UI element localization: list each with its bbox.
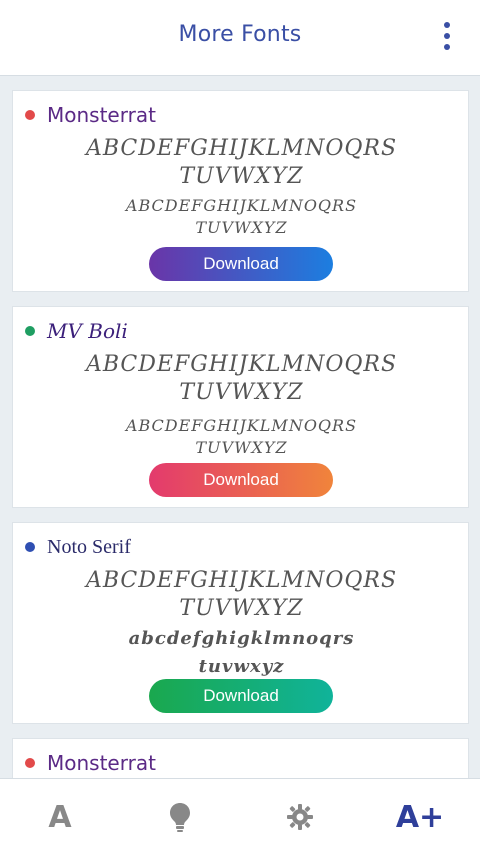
font-a-icon[interactable]: A bbox=[40, 797, 80, 837]
kebab-dot bbox=[444, 22, 450, 28]
font-name: MV Boli bbox=[47, 319, 128, 343]
sample-line: ABCDEFGHIJKLMNOQRS bbox=[125, 196, 358, 215]
font-sample-small: ABCDEFGHIJKLMNOQRS TUVWXYZ bbox=[43, 415, 440, 459]
sample-line: tuvwxyz bbox=[198, 656, 285, 677]
font-name: Monsterrat bbox=[47, 751, 156, 775]
status-dot bbox=[25, 542, 35, 552]
download-button[interactable]: Download bbox=[149, 247, 333, 281]
sample-line: ABCDEFGHIJKLMNOQRS bbox=[85, 352, 398, 377]
font-name: Monsterrat bbox=[47, 103, 156, 127]
font-sample-small: ABCDEFGHIJKLMNOQRS TUVWXYZ bbox=[43, 195, 440, 239]
lightbulb-icon[interactable] bbox=[160, 797, 200, 837]
font-sample-uppercase: ABCDEFGHIJKLMNOQRS TUVWXYZ bbox=[43, 567, 440, 623]
font-card: MV Boli ABCDEFGHIJKLMNOQRS TUVWXYZ ABCDE… bbox=[12, 306, 469, 508]
sample-line: TUVWXYZ bbox=[179, 596, 304, 621]
sample-line: ABCDEFGHIJKLMNOQRS bbox=[85, 136, 398, 161]
nav-label-a: A bbox=[48, 799, 72, 835]
lightbulb-glyph bbox=[170, 803, 190, 832]
font-card-header: Monsterrat bbox=[25, 751, 156, 775]
sample-line: ABCDEFGHIJKLMNOQRS bbox=[125, 416, 358, 435]
font-plus-icon[interactable]: A+ bbox=[396, 797, 444, 837]
gear-glyph bbox=[287, 804, 313, 830]
font-card: Monsterrat ABCDEFGHIJKLMNOQRS TUVWXYZ AB… bbox=[12, 90, 469, 292]
header-bar: More Fonts bbox=[0, 0, 480, 76]
sample-line: TUVWXYZ bbox=[195, 218, 288, 237]
font-card: Monsterrat bbox=[12, 738, 469, 778]
sample-line: TUVWXYZ bbox=[179, 164, 304, 189]
kebab-dot bbox=[444, 33, 450, 39]
status-dot bbox=[25, 110, 35, 120]
kebab-dot bbox=[444, 44, 450, 50]
font-sample-uppercase: ABCDEFGHIJKLMNOQRS TUVWXYZ bbox=[43, 135, 440, 191]
page-title: More Fonts bbox=[178, 22, 302, 47]
status-dot bbox=[25, 758, 35, 768]
sample-line: ABCDEFGHIJKLMNOQRS bbox=[85, 568, 398, 593]
font-card-header: MV Boli bbox=[25, 319, 128, 343]
app-root: More Fonts Monsterrat ABCDEFGHIJKLMNOQRS… bbox=[0, 0, 480, 854]
font-list[interactable]: Monsterrat ABCDEFGHIJKLMNOQRS TUVWXYZ AB… bbox=[0, 76, 480, 778]
gear-icon[interactable] bbox=[280, 797, 320, 837]
font-name: Noto Serif bbox=[47, 535, 131, 558]
font-sample-lowercase: abcdefghigklmnoqrs tuvwxyz bbox=[43, 625, 440, 681]
kebab-menu-icon[interactable] bbox=[442, 22, 452, 50]
download-button[interactable]: Download bbox=[149, 679, 333, 713]
status-dot bbox=[25, 326, 35, 336]
sample-line: abcdefghigklmnoqrs bbox=[128, 628, 355, 649]
font-card-header: Monsterrat bbox=[25, 103, 156, 127]
sample-line: TUVWXYZ bbox=[179, 380, 304, 405]
download-button[interactable]: Download bbox=[149, 463, 333, 497]
font-sample-uppercase: ABCDEFGHIJKLMNOQRS TUVWXYZ bbox=[43, 351, 440, 407]
font-card-header: Noto Serif bbox=[25, 535, 131, 559]
sample-line: TUVWXYZ bbox=[195, 438, 288, 457]
nav-label-aplus: A+ bbox=[395, 799, 445, 835]
bottom-nav: A A+ bbox=[0, 778, 480, 854]
font-card: Noto Serif ABCDEFGHIJKLMNOQRS TUVWXYZ ab… bbox=[12, 522, 469, 724]
